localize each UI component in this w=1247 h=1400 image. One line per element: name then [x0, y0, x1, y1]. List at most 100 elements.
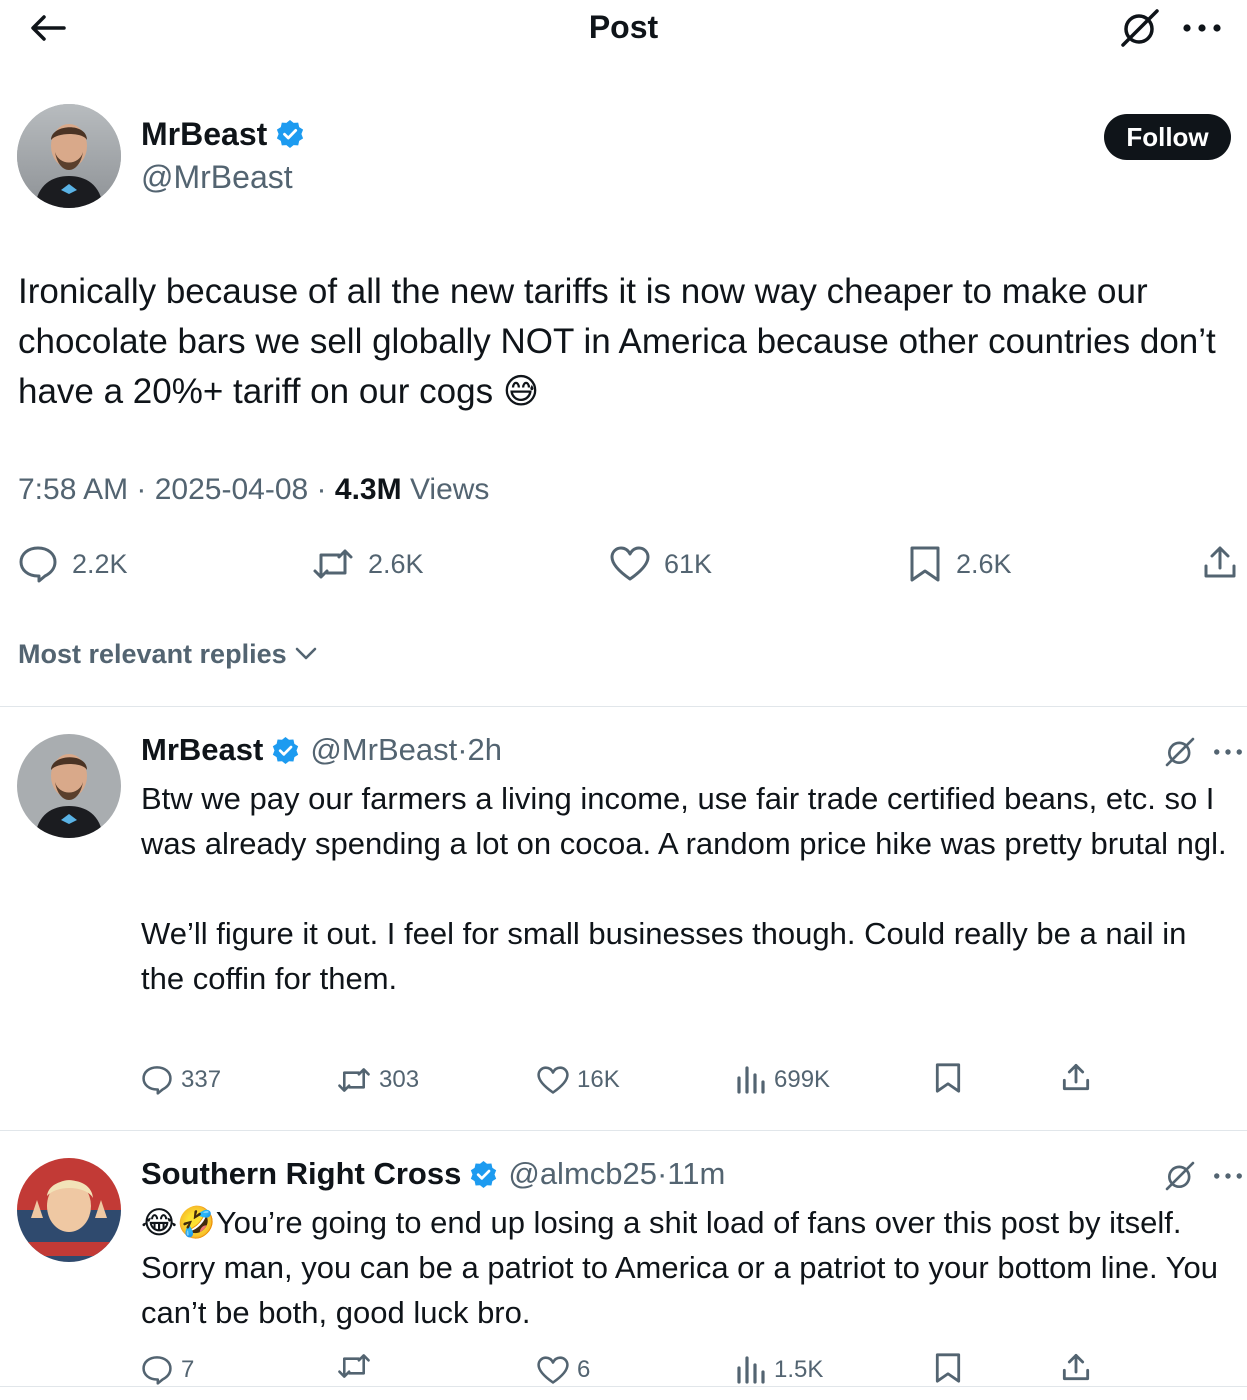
reply-header: Southern Right Cross @almcb25 · 11m — [141, 1154, 725, 1194]
reply-more-button[interactable] — [1208, 1156, 1247, 1196]
reply-views-button[interactable]: 1.5K — [736, 1352, 823, 1388]
like-count: 6 — [577, 1356, 591, 1383]
share-icon — [1204, 546, 1236, 578]
repost-icon — [338, 1354, 370, 1378]
reply-time[interactable]: 11m — [667, 1154, 725, 1194]
share-icon — [1062, 1063, 1090, 1091]
author-name[interactable]: MrBeast — [141, 114, 305, 154]
verified-badge-icon — [273, 736, 299, 764]
reply-button[interactable]: 2.2K — [18, 544, 128, 584]
grok-icon — [1121, 9, 1159, 47]
views-count: 699K — [774, 1066, 831, 1093]
heart-icon — [537, 1065, 569, 1094]
divider — [0, 706, 1247, 707]
reply-repost-button[interactable] — [337, 1352, 379, 1380]
repost-icon — [338, 1068, 370, 1092]
verified-badge-icon — [471, 1160, 497, 1188]
reply-grok-button[interactable] — [1160, 732, 1200, 772]
grok-icon — [1165, 1161, 1195, 1191]
chevron-down-icon — [295, 647, 316, 660]
more-options-button[interactable] — [1180, 6, 1224, 50]
views-count: 4.3M — [334, 473, 402, 506]
bookmark-button[interactable]: 2.6K — [908, 544, 1012, 584]
share-icon — [1062, 1353, 1090, 1381]
post-actions: 2.2K 2.6K 61K 2.6K — [0, 542, 1247, 590]
bookmark-icon — [910, 546, 940, 582]
reply-text: 😂🤣You’re going to end up losing a shit l… — [141, 1205, 1218, 1330]
reply-reply-button[interactable]: 337 — [141, 1062, 221, 1098]
reply-reply-button[interactable]: 7 — [141, 1352, 194, 1388]
avatar-photo — [17, 1158, 121, 1262]
reply-actions: 337 303 16K 699K — [0, 1062, 1247, 1102]
reply-header: MrBeast @MrBeast · 2h — [141, 730, 502, 770]
bookmark-icon — [935, 1063, 961, 1093]
reply-grok-button[interactable] — [1160, 1156, 1200, 1196]
reply-author-handle[interactable]: @almcb25 — [508, 1154, 657, 1194]
meta-separator: · — [457, 732, 468, 767]
heart-icon — [537, 1355, 569, 1384]
divider — [0, 1386, 1247, 1387]
views-label: Views — [409, 473, 490, 506]
reply-more-button[interactable] — [1208, 732, 1247, 772]
avatar-photo — [17, 734, 121, 838]
reply-avatar[interactable] — [17, 1158, 121, 1262]
share-button[interactable] — [1202, 544, 1238, 580]
reply-share-button[interactable] — [1061, 1352, 1091, 1382]
views-chart-icon — [737, 1066, 765, 1094]
author-name-text: MrBeast — [141, 116, 268, 152]
author-handle[interactable]: @MrBeast — [141, 157, 293, 197]
reply-author-name[interactable]: MrBeast — [141, 730, 263, 770]
meta-separator: · — [657, 1156, 668, 1191]
repost-icon — [313, 549, 353, 579]
meta-separator: · — [308, 473, 335, 506]
reply-icon — [19, 546, 57, 583]
views-count: 1.5K — [774, 1356, 824, 1383]
reply-repost-button[interactable]: 303 — [337, 1062, 419, 1098]
verified-badge-icon — [277, 120, 304, 148]
post-time[interactable]: 7:58 AM — [18, 473, 128, 506]
like-count: 16K — [577, 1066, 620, 1093]
avatar[interactable] — [17, 104, 121, 208]
divider — [0, 1130, 1247, 1131]
reply-views-button[interactable]: 699K — [736, 1062, 830, 1098]
page-title: Post — [588, 9, 659, 45]
grok-button[interactable] — [1118, 6, 1162, 50]
replies-sort-label: Most relevant replies — [18, 639, 287, 669]
views-chart-icon — [737, 1356, 765, 1384]
bookmark-icon — [935, 1353, 961, 1383]
reply-like-button[interactable]: 6 — [537, 1352, 590, 1388]
top-bar: Post — [0, 0, 1247, 56]
reply-text: Btw we pay our farmers a living income, … — [141, 781, 1227, 996]
post-text: Ironically because of all the new tariff… — [18, 272, 1216, 411]
reply-bookmark-button[interactable] — [934, 1352, 962, 1384]
meta-separator: · — [128, 473, 155, 506]
repost-count: 303 — [379, 1066, 420, 1093]
reply-icon — [142, 1356, 172, 1385]
follow-button[interactable]: Follow — [1104, 114, 1231, 160]
reply-author-handle[interactable]: @MrBeast — [310, 730, 457, 770]
reply-bookmark-button[interactable] — [934, 1062, 962, 1094]
reply-share-button[interactable] — [1061, 1062, 1091, 1092]
grok-icon — [1165, 737, 1195, 767]
replies-sort-dropdown[interactable]: Most relevant replies — [18, 636, 317, 672]
reply-like-button[interactable]: 16K — [537, 1062, 620, 1098]
like-count: 61K — [664, 549, 713, 579]
bookmark-count: 2.6K — [956, 549, 1012, 579]
reply-time[interactable]: 2h — [468, 730, 502, 770]
reply-count: 7 — [181, 1356, 195, 1383]
like-button[interactable]: 61K — [610, 544, 712, 584]
more-horizontal-icon — [1214, 1173, 1242, 1179]
more-horizontal-icon — [1183, 24, 1221, 32]
avatar-photo — [17, 104, 121, 208]
post-date[interactable]: 2025-04-08 — [155, 473, 308, 506]
repost-count: 2.6K — [368, 549, 424, 579]
post-meta: 7:58 AM · 2025-04-08 · 4.3M Views — [18, 470, 489, 510]
repost-button[interactable]: 2.6K — [312, 544, 424, 584]
reply-count: 2.2K — [72, 549, 128, 579]
reply-icon — [142, 1066, 172, 1095]
reply-count: 337 — [181, 1066, 222, 1093]
more-horizontal-icon — [1214, 749, 1242, 755]
heart-icon — [610, 546, 650, 581]
reply-author-name[interactable]: Southern Right Cross — [141, 1154, 461, 1194]
reply-avatar[interactable] — [17, 734, 121, 838]
